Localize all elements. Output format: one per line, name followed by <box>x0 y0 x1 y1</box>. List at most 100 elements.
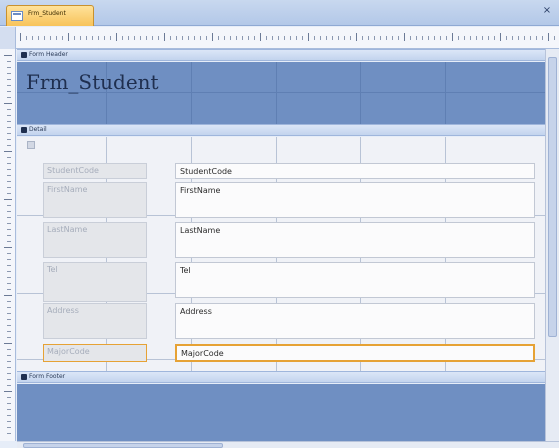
ruler-tick <box>194 36 195 40</box>
ruler-tick <box>212 33 213 41</box>
vertical-ruler[interactable] <box>0 49 16 441</box>
horizontal-scrollbar[interactable] <box>17 441 559 448</box>
ruler-tick <box>68 33 69 41</box>
ruler-tick <box>7 367 11 368</box>
design-surface[interactable]: Form Header Frm_Student Detail StudentCo… <box>17 49 545 441</box>
label-address[interactable]: Address <box>43 303 147 339</box>
ruler-tick <box>4 391 12 392</box>
label-lastname[interactable]: LastName <box>43 222 147 258</box>
ruler-tick <box>428 36 429 40</box>
ruler-tick <box>110 36 111 40</box>
ruler-tick <box>134 36 135 40</box>
ruler-tick <box>7 157 11 158</box>
ruler-tick <box>218 36 219 40</box>
ruler-tick <box>7 127 11 128</box>
ruler-tick <box>236 36 237 40</box>
textbox-majorcode[interactable]: MajorCode <box>175 344 535 362</box>
form-header-section[interactable]: Frm_Student <box>17 62 545 124</box>
section-marker-icon <box>21 52 27 58</box>
detail-bar[interactable]: Detail <box>17 124 545 136</box>
tab-frm-student[interactable]: Frm_Student <box>6 5 94 26</box>
textbox-lastname[interactable]: LastName <box>175 222 535 258</box>
ruler-tick <box>32 36 33 40</box>
ruler-tick <box>272 36 273 40</box>
close-icon[interactable]: × <box>541 5 553 17</box>
form-selector[interactable] <box>0 27 16 49</box>
ruler-tick <box>104 36 105 40</box>
form-footer-bar[interactable]: Form Footer <box>17 371 545 383</box>
ruler-tick <box>320 36 321 40</box>
ruler-tick <box>80 36 81 40</box>
tab-label: Frm_Student <box>28 10 66 17</box>
vertical-scroll-thumb[interactable] <box>548 57 557 337</box>
ruler-tick <box>188 36 189 40</box>
ruler-tick <box>4 151 12 152</box>
label-tel[interactable]: Tel <box>43 262 147 302</box>
ruler-tick <box>7 301 11 302</box>
detail-section[interactable]: StudentCode StudentCode FirstName FirstN… <box>17 137 545 371</box>
ruler-tick <box>464 36 465 40</box>
ruler-tick <box>7 409 11 410</box>
ruler-tick <box>7 433 11 434</box>
ruler-tick <box>122 36 123 40</box>
ruler-tick <box>7 325 11 326</box>
form-design-window: Frm_Student × Form Header Frm_Student De… <box>0 0 559 448</box>
ruler-tick <box>7 175 11 176</box>
horizontal-scroll-thumb[interactable] <box>23 443 223 448</box>
textbox-firstname[interactable]: FirstName <box>175 182 535 218</box>
ruler-tick <box>7 109 11 110</box>
horizontal-ruler[interactable] <box>16 27 559 49</box>
ruler-tick <box>4 295 12 296</box>
ruler-tick <box>176 36 177 40</box>
ruler-tick <box>356 33 357 41</box>
ruler-tick <box>278 36 279 40</box>
ruler-tick <box>7 91 11 92</box>
textbox-address[interactable]: Address <box>175 303 535 339</box>
label-studentcode[interactable]: StudentCode <box>43 163 147 179</box>
form-title-label[interactable]: Frm_Student <box>26 70 159 94</box>
ruler-tick <box>398 36 399 40</box>
label-majorcode[interactable]: MajorCode <box>43 344 147 362</box>
ruler-tick <box>518 36 519 40</box>
ruler-tick <box>7 163 11 164</box>
ruler-tick <box>506 36 507 40</box>
ruler-tick <box>7 427 11 428</box>
ruler-tick <box>7 121 11 122</box>
ruler-tick <box>7 265 11 266</box>
ruler-tick <box>44 36 45 40</box>
form-footer-section[interactable] <box>17 384 545 441</box>
ruler-tick <box>380 36 381 40</box>
detail-label: Detail <box>29 126 47 133</box>
ruler-tick <box>7 97 11 98</box>
ruler-tick <box>548 33 549 41</box>
ruler-tick <box>7 241 11 242</box>
ruler-tick <box>7 271 11 272</box>
ruler-tick <box>7 361 11 362</box>
ruler-tick <box>7 415 11 416</box>
textbox-studentcode[interactable]: StudentCode <box>175 163 535 179</box>
section-marker-icon <box>21 127 27 133</box>
ruler-tick <box>7 73 11 74</box>
ruler-tick <box>7 181 11 182</box>
textbox-tel[interactable]: Tel <box>175 262 535 298</box>
ruler-tick <box>314 36 315 40</box>
ruler-tick <box>7 319 11 320</box>
ruler-tick <box>7 313 11 314</box>
ruler-tick <box>350 36 351 40</box>
label-firstname[interactable]: FirstName <box>43 182 147 218</box>
vertical-scrollbar[interactable] <box>545 49 559 441</box>
ruler-tick <box>362 36 363 40</box>
ruler-tick <box>7 85 11 86</box>
ruler-tick <box>7 277 11 278</box>
layout-selector-icon[interactable] <box>27 141 35 149</box>
ruler-tick <box>260 33 261 41</box>
ruler-tick <box>248 36 249 40</box>
ruler-tick <box>284 36 285 40</box>
ruler-tick <box>86 36 87 40</box>
ruler-tick <box>392 36 393 40</box>
form-header-bar[interactable]: Form Header <box>17 49 545 61</box>
ruler-tick <box>296 36 297 40</box>
ruler-tick <box>146 36 147 40</box>
ruler-tick <box>7 385 11 386</box>
ruler-tick <box>7 145 11 146</box>
